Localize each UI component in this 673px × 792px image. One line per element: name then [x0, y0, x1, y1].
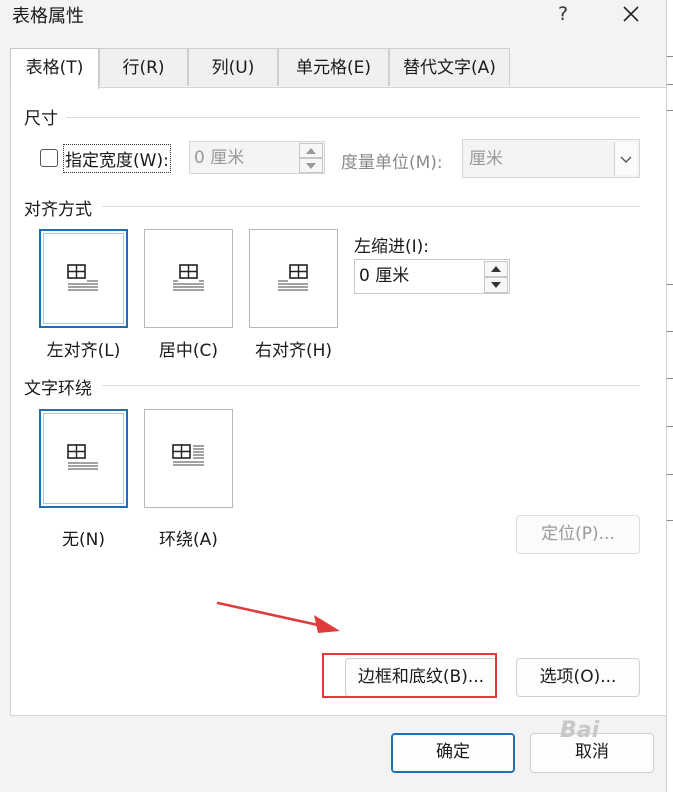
- align-center-option[interactable]: [144, 229, 233, 328]
- caret-down-icon: [491, 282, 501, 288]
- left-indent-spinner[interactable]: 0 厘米: [354, 259, 510, 294]
- wrap-none-label: 无(N): [62, 530, 105, 550]
- wrap-none-icon: [66, 443, 98, 469]
- section-size-title: 尺寸: [24, 109, 58, 129]
- tab-table[interactable]: 表格(T): [10, 48, 99, 89]
- width-down-button[interactable]: [299, 158, 323, 173]
- measure-unit-label: 度量单位(M):: [341, 153, 443, 173]
- align-center-label: 居中(C): [158, 341, 219, 361]
- caret-up-icon: [306, 148, 316, 154]
- baidu-watermark: Bai: [560, 718, 600, 743]
- tab-column[interactable]: 列(U): [188, 48, 278, 86]
- annotation-arrow-icon: [216, 601, 340, 633]
- align-right-label: 右对齐(H): [254, 341, 333, 361]
- dialog-title: 表格属性: [12, 6, 84, 27]
- align-center-icon: [172, 263, 204, 290]
- options-button[interactable]: 选项(O)...: [516, 658, 640, 697]
- title-bar: 表格属性 ?: [0, 0, 666, 30]
- caret-down-icon: [306, 163, 316, 169]
- left-indent-value: 0 厘米: [359, 266, 410, 286]
- caret-up-icon: [491, 266, 501, 272]
- table-properties-dialog: 表格属性 ? 表格(T) 行(R) 列(U) 单元格(E) 替代文字(A) 尺寸…: [0, 0, 667, 792]
- divider: [66, 117, 640, 118]
- wrap-none-option[interactable]: [39, 409, 128, 508]
- tab-row[interactable]: 行(R): [99, 48, 188, 86]
- align-left-option[interactable]: [39, 229, 128, 328]
- chevron-down-icon: [620, 156, 632, 163]
- ok-button[interactable]: 确定: [391, 733, 515, 773]
- positioning-button[interactable]: 定位(P)...: [516, 515, 640, 554]
- align-left-icon: [66, 263, 98, 290]
- wrap-around-option[interactable]: [144, 409, 233, 508]
- section-alignment-title: 对齐方式: [24, 200, 92, 220]
- wrap-around-label: 环绕(A): [159, 530, 218, 550]
- specify-width-label[interactable]: 指定宽度(W):: [63, 144, 171, 173]
- measure-unit-dropdown[interactable]: [614, 142, 637, 175]
- annotation-highlight-box: [322, 653, 497, 698]
- measure-unit-value: 厘米: [469, 149, 503, 169]
- tab-cell[interactable]: 单元格(E): [278, 48, 389, 86]
- width-spinner[interactable]: 0 厘米: [189, 141, 325, 174]
- divider: [102, 206, 640, 207]
- specify-width-checkbox[interactable]: [40, 149, 58, 167]
- close-button[interactable]: [617, 0, 645, 28]
- measure-unit-select[interactable]: 厘米: [462, 139, 640, 178]
- tab-alt-text[interactable]: 替代文字(A): [389, 48, 510, 86]
- align-right-icon: [277, 263, 308, 290]
- width-value: 0 厘米: [194, 148, 245, 168]
- section-text-wrapping-title: 文字环绕: [24, 379, 92, 399]
- help-button[interactable]: ?: [553, 0, 573, 28]
- align-left-label: 左对齐(L): [46, 341, 121, 361]
- divider: [102, 385, 640, 386]
- align-right-option[interactable]: [249, 229, 338, 328]
- indent-down-button[interactable]: [484, 277, 508, 293]
- wrap-around-icon: [171, 443, 204, 465]
- left-indent-label: 左缩进(I):: [354, 237, 430, 257]
- width-up-button[interactable]: [299, 143, 323, 158]
- background-document-edge: [666, 0, 673, 792]
- indent-up-button[interactable]: [484, 261, 508, 277]
- close-icon: [623, 6, 639, 22]
